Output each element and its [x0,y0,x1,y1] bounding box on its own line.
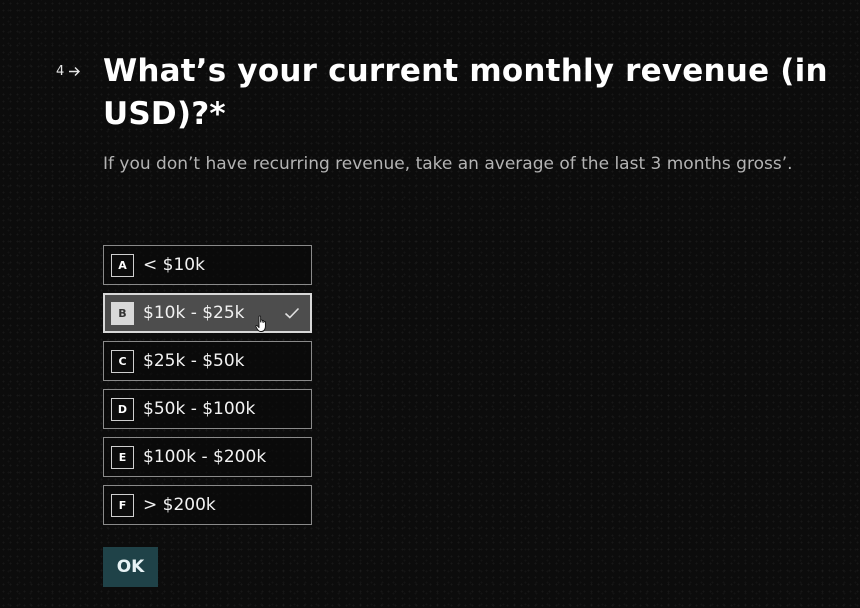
option-key: A [111,253,134,277]
option-c[interactable]: C $25k - $50k [103,341,312,381]
answer-options: A < $10k B $10k - $25k C $25k - $50k D $… [103,245,312,533]
option-label: $50k - $100k [143,399,256,419]
option-label: $25k - $50k [143,351,245,371]
option-key: D [111,397,134,421]
checkmark-icon [284,307,300,319]
option-key: F [111,493,134,517]
option-b[interactable]: B $10k - $25k [103,293,312,333]
option-label: $10k - $25k [143,303,245,323]
hand-cursor-icon [255,315,266,332]
option-key: B [111,301,134,325]
option-label: < $10k [143,255,205,275]
option-e[interactable]: E $100k - $200k [103,437,312,477]
option-key: C [111,349,134,373]
question-subtitle: If you don’t have recurring revenue, tak… [103,154,793,174]
ok-button[interactable]: OK [103,547,158,587]
option-label: $100k - $200k [143,447,267,467]
question-number-label: 4 [56,64,65,79]
option-key: E [111,445,134,469]
question-title: What’s your current monthly revenue (in … [103,53,828,132]
option-a[interactable]: A < $10k [103,245,312,285]
question-number: 4 [56,64,81,79]
option-f[interactable]: F > $200k [103,485,312,525]
arrow-right-icon [69,67,81,76]
option-d[interactable]: D $50k - $100k [103,389,312,429]
option-label: > $200k [143,495,216,515]
